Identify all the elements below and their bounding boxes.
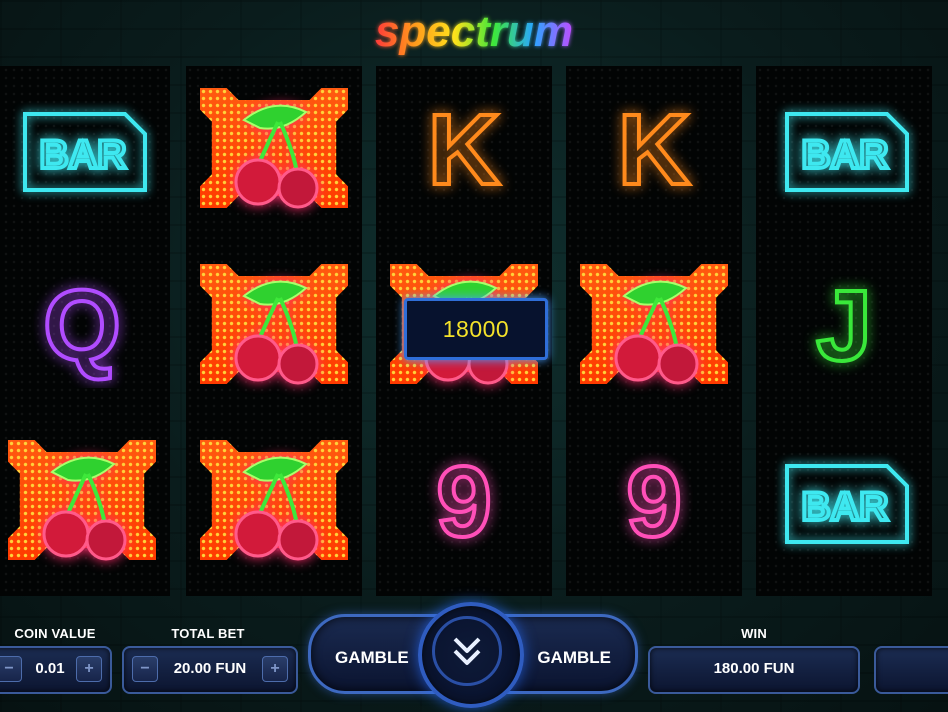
reel-2-symbol-2 <box>186 242 362 418</box>
coin-value-minus-button[interactable]: − <box>0 656 22 682</box>
symbol-k: K <box>389 92 539 217</box>
reel-5-symbol-3: BAR <box>756 418 932 594</box>
reel-1-symbol-2: Q <box>0 242 170 418</box>
total-bet-plus-button[interactable]: + <box>262 656 288 682</box>
reel-3-symbol-1: K <box>376 66 552 242</box>
symbol-bar: BAR <box>769 92 919 217</box>
reel-4: K9 <box>566 66 742 596</box>
symbol-j: J <box>769 268 919 393</box>
double-chevron-down-icon <box>453 637 481 665</box>
symbol-9: 9 <box>579 444 729 569</box>
reel-4-symbol-3: 9 <box>566 418 742 594</box>
reel-4-symbol-2 <box>566 242 742 418</box>
cherry-icon <box>214 444 334 569</box>
svg-text:BAR: BAR <box>40 133 127 177</box>
game-logo: spectrum <box>0 2 948 62</box>
total-bet-amount: 20.00 FUN <box>173 660 247 677</box>
coin-value-plus-button[interactable]: + <box>76 656 102 682</box>
svg-text:K: K <box>428 94 500 206</box>
reel-3-symbol-3: 9 <box>376 418 552 594</box>
reel-5-symbol-1: BAR <box>756 66 932 242</box>
reel-1-symbol-1: BAR <box>0 66 170 242</box>
gamble-left-button[interactable]: GAMBLE <box>335 648 409 668</box>
reel-1-symbol-3 <box>0 418 170 594</box>
reel-2-symbol-3 <box>186 418 362 594</box>
svg-text:9: 9 <box>436 446 492 558</box>
spin-button[interactable] <box>418 602 524 708</box>
symbol-bar: BAR <box>7 92 157 217</box>
cherry-icon <box>214 268 334 393</box>
symbol-bar: BAR <box>769 444 919 569</box>
reel-4-symbol-1: K <box>566 66 742 242</box>
reel-5: BAR J BAR <box>756 66 932 596</box>
win-amount-popup: 18000 <box>404 298 548 360</box>
total-bet-panel: − 20.00 FUN + <box>122 646 298 694</box>
menu-panel[interactable] <box>874 646 948 694</box>
reel-5-symbol-2: J <box>756 242 932 418</box>
win-panel: 180.00 FUN <box>648 646 860 694</box>
svg-text:K: K <box>618 94 690 206</box>
coin-value-amount: 0.01 <box>35 660 65 677</box>
svg-text:9: 9 <box>626 446 682 558</box>
logo-text: spectrum <box>375 7 573 56</box>
gamble-right-button[interactable]: GAMBLE <box>537 648 611 668</box>
cherry-icon <box>22 444 142 569</box>
total-bet-label: TOTAL BET <box>171 626 245 641</box>
coin-value-panel: − 0.01 + <box>0 646 112 694</box>
svg-text:BAR: BAR <box>802 133 889 177</box>
win-label: WIN <box>741 626 767 641</box>
svg-text:J: J <box>816 270 872 382</box>
svg-text:Q: Q <box>43 270 121 382</box>
reel-1: BAR Q <box>0 66 170 596</box>
coin-value-label: COIN VALUE <box>14 626 96 641</box>
symbol-9: 9 <box>389 444 539 569</box>
total-bet-minus-button[interactable]: − <box>132 656 158 682</box>
reel-2-symbol-1 <box>186 66 362 242</box>
svg-text:BAR: BAR <box>802 485 889 529</box>
cherry-icon <box>594 268 714 393</box>
reel-2 <box>186 66 362 596</box>
gamble-control: GAMBLE GAMBLE <box>308 602 638 708</box>
cherry-icon <box>214 92 334 217</box>
win-amount: 180.00 FUN <box>713 660 795 677</box>
spin-button-inner <box>432 616 502 686</box>
symbol-q: Q <box>7 268 157 393</box>
symbol-k: K <box>579 92 729 217</box>
